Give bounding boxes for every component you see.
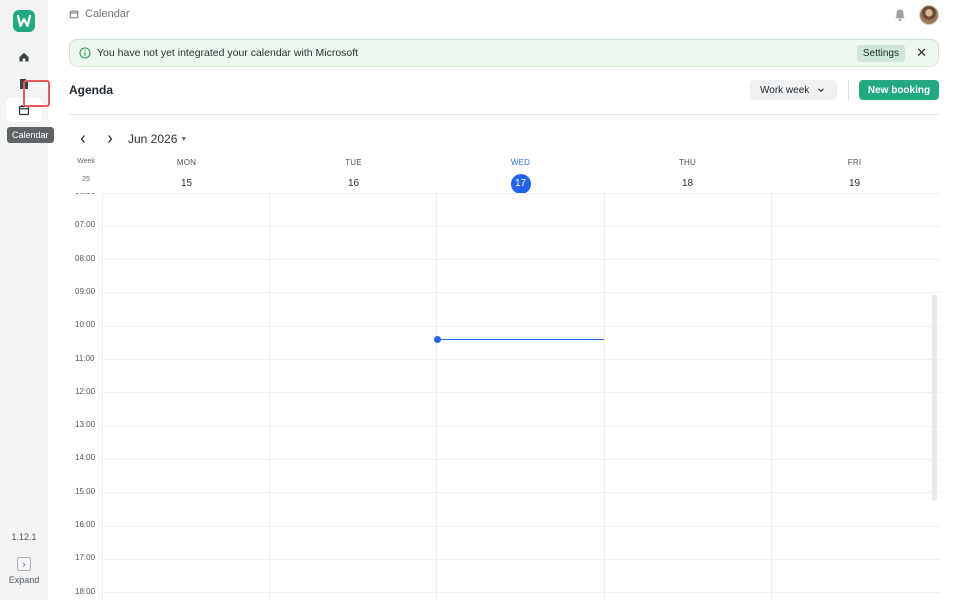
day-header-thu[interactable]: THU 18 (604, 158, 771, 194)
hour-label: 08:00 (75, 253, 96, 263)
section-divider (69, 114, 939, 115)
hour-line (102, 525, 941, 527)
week-number: 25 (82, 176, 90, 183)
column-divider (269, 193, 270, 600)
day-of-week: WED (510, 158, 531, 167)
banner-message: You have not yet integrated your calenda… (97, 47, 359, 59)
day-header-tue[interactable]: TUE 16 (270, 158, 437, 194)
hour-line (102, 359, 941, 360)
hour-label: 17:00 (75, 553, 96, 563)
breadcrumb: Calendar (69, 8, 130, 20)
caret-down-icon: ▼ (180, 135, 188, 143)
previous-week-button[interactable] (77, 132, 89, 146)
hour-line (102, 259, 941, 261)
hour-label: 15:00 (75, 486, 96, 496)
month-label: Jun 2026 (128, 132, 178, 146)
hour-label: 07:00 (75, 220, 96, 230)
app-logo-icon[interactable] (13, 10, 35, 32)
expand-button[interactable]: › (17, 557, 31, 571)
current-time-line (437, 339, 604, 341)
hour-line (102, 325, 941, 327)
sidebar-item-home[interactable] (10, 45, 38, 69)
day-of-week: THU (678, 158, 697, 167)
column-divider (771, 193, 772, 600)
bell-icon (895, 9, 905, 22)
day-of-week: FRI (847, 158, 862, 167)
settings-button[interactable]: Settings (856, 45, 905, 62)
close-icon[interactable]: ✕ (916, 46, 927, 60)
page-title: Agenda (69, 83, 114, 97)
user-avatar[interactable] (919, 5, 939, 25)
hour-label: 18:00 (75, 586, 96, 596)
view-select[interactable]: Work week (750, 80, 837, 100)
hour-line (102, 225, 941, 227)
time-grid[interactable]: 06:00 07:00 08:00 09:00 10:00 11:00 12:00 13:00… (69, 193, 941, 600)
hour-label: 14:00 (75, 453, 96, 463)
hour-label: 06:00 (75, 193, 103, 196)
hour-line (102, 558, 941, 560)
day-of-week: TUE (345, 158, 362, 167)
logo-mark-icon (17, 15, 31, 27)
month-picker[interactable]: Jun 2026 ▼ (128, 132, 187, 146)
integration-banner: You have not yet integrated your calenda… (69, 39, 939, 67)
info-icon (79, 47, 91, 59)
next-week-button[interactable] (104, 132, 116, 146)
hour-label: 13:00 (75, 420, 96, 430)
day-header-fri[interactable]: FRI 19 (771, 158, 938, 194)
chevron-down-icon (818, 88, 825, 93)
day-of-month: 19 (848, 178, 861, 189)
day-of-week: MON (176, 158, 197, 167)
hour-line (102, 392, 941, 394)
day-header-wed[interactable]: WED 17 (437, 158, 604, 194)
day-of-month: 15 (180, 178, 193, 189)
week-label: Week (77, 158, 95, 165)
top-bar: Calendar (48, 0, 960, 32)
day-of-month: 18 (681, 178, 694, 189)
calendar-icon (69, 10, 79, 19)
column-divider (436, 193, 437, 600)
hour-label: 11:00 (75, 353, 95, 363)
hour-line (102, 193, 941, 194)
header-divider (848, 80, 849, 100)
chevron-right-icon (108, 135, 113, 143)
hour-line (102, 458, 941, 460)
hour-label: 10:00 (75, 320, 96, 330)
app-version: 1.12.1 (11, 532, 37, 542)
sidebar: Calendar 1.12.1 › Expand (0, 0, 54, 600)
expand-label[interactable]: Expand (0, 575, 48, 585)
hour-label: 16:00 (75, 520, 96, 529)
chevron-left-icon (80, 135, 85, 143)
hour-line (102, 592, 941, 594)
column-divider (604, 193, 605, 600)
notifications-button[interactable] (893, 8, 907, 27)
hour-line (102, 425, 941, 427)
today-date-badge: 17 (437, 174, 604, 194)
view-select-label: Work week (760, 84, 810, 96)
hour-line (102, 492, 941, 494)
chevron-right-icon: › (22, 559, 26, 569)
focus-highlight (23, 80, 50, 107)
day-header-mon[interactable]: MON 15 (103, 158, 270, 194)
new-booking-button[interactable]: New booking (859, 80, 939, 100)
grid-scrollbar[interactable] (932, 294, 937, 501)
hour-label: 12:00 (75, 386, 96, 396)
home-icon (19, 52, 29, 62)
hour-line (102, 292, 941, 294)
sidebar-tooltip: Calendar (7, 127, 54, 143)
day-of-month: 16 (347, 178, 360, 189)
hour-label: 09:00 (75, 286, 96, 296)
breadcrumb-label: Calendar (85, 8, 130, 20)
